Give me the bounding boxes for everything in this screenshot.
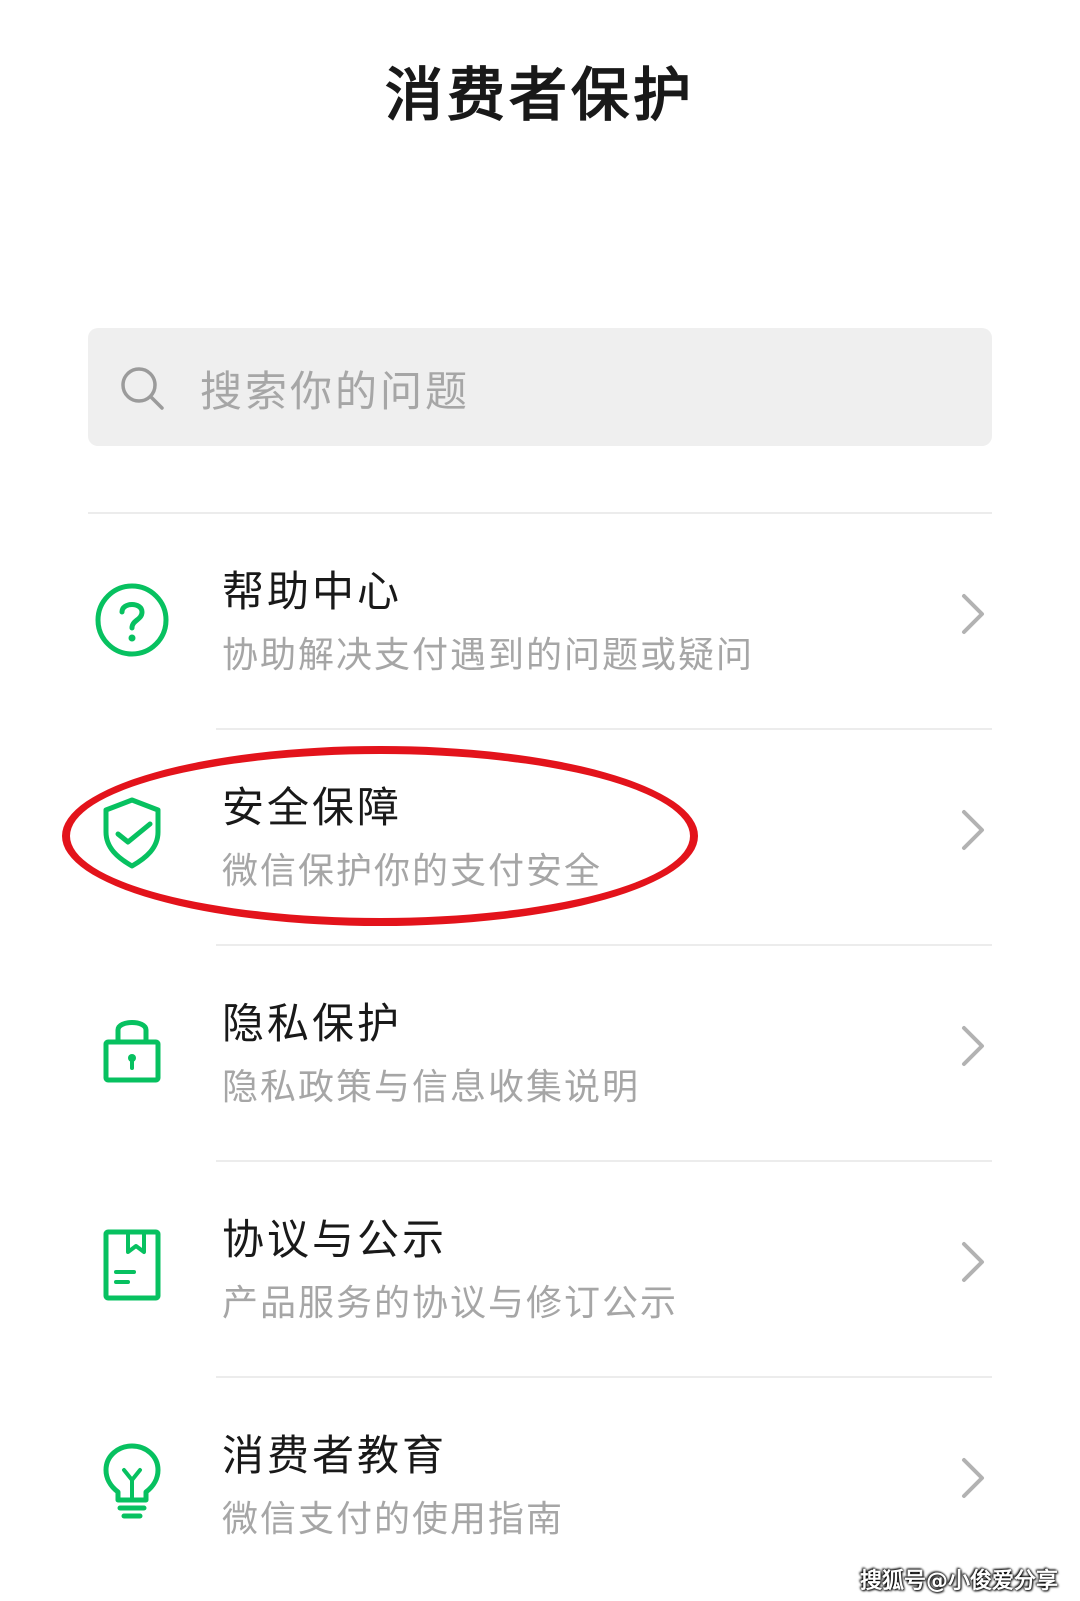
menu-item-desc: 微信支付的使用指南 — [222, 1499, 565, 1540]
menu-item-security[interactable]: 安全保障 微信保护你的支付安全 — [0, 730, 1080, 946]
lightbulb-icon — [103, 1443, 161, 1519]
menu-item-title: 帮助中心 — [222, 567, 403, 616]
search-placeholder: 搜索你的问题 — [200, 367, 471, 416]
help-circle-icon — [95, 583, 169, 657]
menu-item-agreements[interactable]: 协议与公示 产品服务的协议与修订公示 — [0, 1162, 1080, 1378]
page-title: 消费者保护 — [384, 61, 695, 129]
menu-item-title: 消费者教育 — [222, 1431, 448, 1480]
menu-item-desc: 协助解决支付遇到的问题或疑问 — [222, 635, 755, 676]
menu-item-title: 隐私保护 — [222, 999, 403, 1048]
lock-icon — [103, 1020, 161, 1083]
menu-item-desc: 产品服务的协议与修订公示 — [222, 1283, 679, 1324]
watermark: 搜狐号@小俊爱分享 — [859, 1569, 1058, 1594]
chevron-right-icon — [962, 594, 984, 634]
shield-check-icon — [103, 797, 161, 869]
chevron-right-icon — [962, 1242, 984, 1282]
menu-item-consumer-education[interactable]: 消费者教育 微信支付的使用指南 — [0, 1378, 1080, 1594]
menu-item-help-center[interactable]: 帮助中心 协助解决支付遇到的问题或疑问 — [0, 514, 1080, 730]
search-icon — [121, 367, 164, 410]
search-bar[interactable]: 搜索你的问题 — [88, 328, 992, 446]
menu-item-title: 安全保障 — [222, 783, 403, 832]
document-icon — [103, 1229, 161, 1301]
chevron-right-icon — [962, 810, 984, 850]
chevron-right-icon — [962, 1026, 984, 1066]
menu-item-privacy[interactable]: 隐私保护 隐私政策与信息收集说明 — [0, 946, 1080, 1162]
menu-item-title: 协议与公示 — [222, 1215, 448, 1264]
chevron-right-icon — [962, 1458, 984, 1498]
menu-item-desc: 微信保护你的支付安全 — [222, 851, 603, 892]
menu-item-desc: 隐私政策与信息收集说明 — [222, 1067, 641, 1108]
